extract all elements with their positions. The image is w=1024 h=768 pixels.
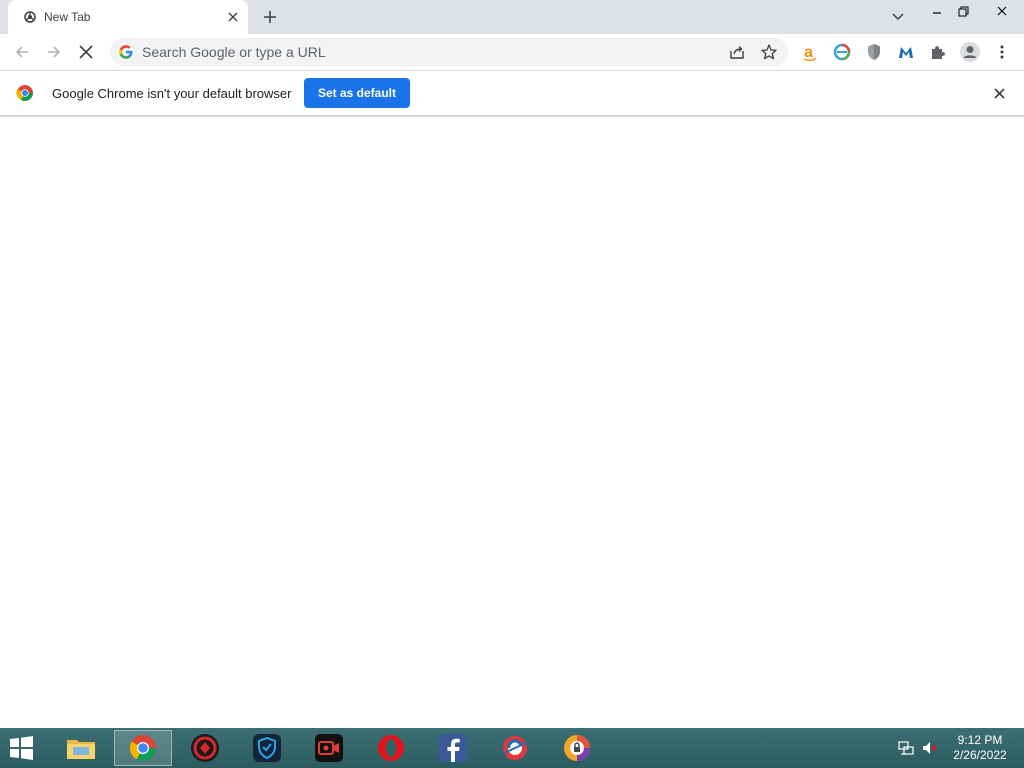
chrome-icon[interactable]: [114, 730, 172, 766]
star-icon[interactable]: [760, 43, 778, 61]
chrome-logo-icon: [16, 84, 34, 102]
close-icon[interactable]: [990, 84, 1008, 102]
chevron-down-icon[interactable]: [888, 7, 908, 27]
browser-window: New Tab Search Google or type a URL a Go…: [0, 0, 1024, 728]
vpn-shield-icon[interactable]: [238, 730, 296, 766]
file-explorer-icon[interactable]: [52, 730, 110, 766]
taskbar: 9:12 PM 2/26/2022: [0, 728, 1024, 768]
google-g-icon: [118, 44, 134, 60]
plus-icon[interactable]: [258, 5, 282, 29]
chrome-newtab-icon: [22, 9, 38, 25]
clock-time: 9:12 PM: [957, 733, 1003, 747]
default-browser-infobar: Google Chrome isn't your default browser…: [0, 70, 1024, 116]
arrow-right-icon[interactable]: [40, 38, 68, 66]
toolbar: Search Google or type a URL a: [0, 34, 1024, 70]
tab-strip: New Tab: [0, 0, 1024, 34]
shield-icon[interactable]: [860, 38, 888, 66]
kebab-menu-icon[interactable]: [988, 38, 1016, 66]
close-icon[interactable]: [980, 0, 1024, 22]
antivirus-icon[interactable]: [176, 730, 234, 766]
infobar-message: Google Chrome isn't your default browser: [52, 86, 292, 101]
close-icon[interactable]: [224, 8, 242, 26]
puzzle-icon[interactable]: [924, 38, 952, 66]
clock-date: 2/26/2022: [953, 748, 1007, 762]
svg-text:a: a: [804, 44, 813, 61]
restore-icon[interactable]: [946, 0, 980, 22]
network-icon[interactable]: [898, 740, 914, 756]
arrow-left-icon[interactable]: [8, 38, 36, 66]
opera-icon[interactable]: [362, 730, 420, 766]
amazon-icon[interactable]: a: [796, 38, 824, 66]
volume-muted-icon[interactable]: [922, 740, 938, 756]
share-icon[interactable]: [728, 43, 746, 61]
system-clock[interactable]: 9:12 PM 2/26/2022: [940, 733, 1020, 763]
address-bar[interactable]: Search Google or type a URL: [110, 38, 788, 66]
edge-e-icon[interactable]: [828, 38, 856, 66]
ccleaner-icon[interactable]: [486, 730, 544, 766]
person-icon[interactable]: [956, 38, 984, 66]
tab-title: New Tab: [44, 10, 91, 24]
address-bar-placeholder: Search Google or type a URL: [142, 44, 326, 60]
facebook-icon[interactable]: [424, 730, 482, 766]
lock-app-icon[interactable]: [548, 730, 606, 766]
malwarebytes-icon[interactable]: [892, 38, 920, 66]
tab-new-tab[interactable]: New Tab: [8, 0, 248, 34]
screen-recorder-icon[interactable]: [300, 730, 358, 766]
windows-icon[interactable]: [6, 734, 40, 762]
page-content: [0, 117, 1024, 728]
stop-loading-icon[interactable]: [72, 38, 100, 66]
set-as-default-button[interactable]: Set as default: [304, 78, 410, 108]
